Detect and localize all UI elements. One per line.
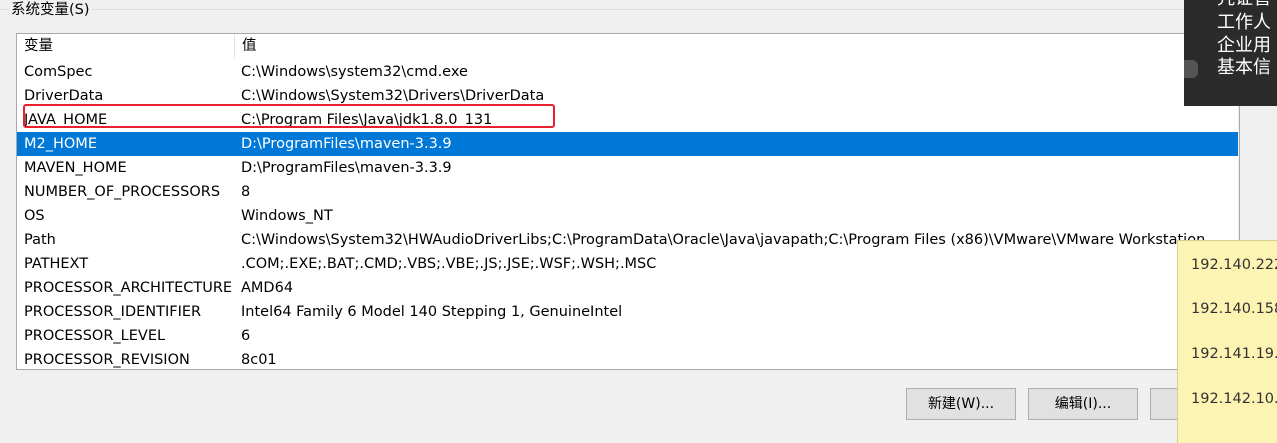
new-variable-button[interactable]: 新建(W)...	[906, 388, 1016, 420]
variable-row-processor-identifier[interactable]: PROCESSOR_IDENTIFIER Intel64 Family 6 Mod…	[17, 300, 1238, 324]
variable-row-processor-revision[interactable]: PROCESSOR_REVISION 8c01	[17, 348, 1238, 369]
variable-row-java-home[interactable]: JAVA_HOME C:\Program Files\Java\jdk1.8.0_…	[17, 108, 1238, 132]
ip-suggestion-item[interactable]: 192.140.158.	[1191, 301, 1277, 317]
variable-row-m2-home[interactable]: M2_HOME D:\ProgramFiles\maven-3.3.9	[17, 132, 1238, 156]
list-header: 变量 值	[17, 34, 1239, 58]
variable-value: D:\ProgramFiles\maven-3.3.9	[241, 136, 452, 152]
variable-row-maven-home[interactable]: MAVEN_HOME D:\ProgramFiles\maven-3.3.9	[17, 156, 1238, 180]
variable-value: 8	[241, 184, 251, 200]
variable-name: PROCESSOR_LEVEL	[24, 328, 166, 344]
variable-name: MAVEN_HOME	[24, 160, 127, 176]
variable-row-processor-architecture[interactable]: PROCESSOR_ARCHITECTURE AMD64	[17, 276, 1238, 300]
variable-row-number-of-processors[interactable]: NUMBER_OF_PROCESSORS 8	[17, 180, 1238, 204]
overlay-menu-panel: 凭证管 工作人 企业用 基本信	[1184, 0, 1277, 106]
list-rows: ComSpec C:\Windows\system32\cmd.exe Driver…	[17, 60, 1238, 369]
overlay-menu-item[interactable]: 工作人	[1217, 12, 1271, 34]
variable-name: OS	[24, 208, 45, 224]
variable-name: PROCESSOR_IDENTIFIER	[24, 304, 202, 320]
variable-row-os[interactable]: OS Windows_NT	[17, 204, 1238, 228]
variable-row-pathext[interactable]: PATHEXT .COM;.EXE;.BAT;.CMD;.VBS;.VBE;.JS…	[17, 252, 1238, 276]
variable-name: JAVA_HOME	[24, 112, 108, 128]
variable-row-processor-level[interactable]: PROCESSOR_LEVEL 6	[17, 324, 1238, 348]
variable-name: M2_HOME	[24, 136, 97, 152]
variable-value: Windows_NT	[241, 208, 333, 224]
variable-row-comspec[interactable]: ComSpec C:\Windows\system32\cmd.exe	[17, 60, 1238, 84]
variable-value: AMD64	[241, 280, 294, 296]
variable-value: C:\Program Files\Java\jdk1.8.0_131	[241, 112, 493, 128]
system-variables-list[interactable]: 变量 值 ComSpec C:\Windows\system32\cmd.exe D…	[16, 33, 1240, 370]
variable-value: Intel64 Family 6 Model 140 Stepping 1, G…	[241, 304, 623, 320]
variable-value: 8c01	[241, 352, 277, 368]
variable-value: .COM;.EXE;.BAT;.CMD;.VBS;.VBE;.JS;.JSE;.…	[241, 256, 657, 272]
ip-suggestion-item[interactable]: 192.142.10.1	[1191, 391, 1277, 407]
column-header-variable[interactable]: 变量	[17, 34, 235, 58]
variable-name: NUMBER_OF_PROCESSORS	[24, 184, 221, 200]
variable-value: C:\Windows\System32\Drivers\DriverData	[241, 88, 545, 104]
edit-variable-button[interactable]: 编辑(I)...	[1028, 388, 1138, 420]
variable-name: Path	[24, 232, 56, 248]
group-box-border	[0, 9, 1185, 10]
variable-row-driverdata[interactable]: DriverData C:\Windows\System32\Drivers\Dr…	[17, 84, 1238, 108]
variable-name: PATHEXT	[24, 256, 89, 272]
ip-suggestion-popup: 192.140.222. 192.140.158. 192.141.19.1 1…	[1177, 240, 1277, 443]
variable-name: DriverData	[24, 88, 104, 104]
variable-value: C:\Windows\System32\HWAudioDriverLibs;C:…	[241, 232, 1206, 248]
overlay-menu-item[interactable]: 企业用	[1217, 35, 1271, 57]
overlay-menu-item[interactable]: 凭证管	[1217, 0, 1271, 10]
variable-name: PROCESSOR_ARCHITECTURE	[24, 280, 233, 296]
variable-value: C:\Windows\system32\cmd.exe	[241, 64, 468, 80]
ip-suggestion-item[interactable]: 192.140.222.	[1191, 257, 1277, 273]
menu-item-indicator	[1184, 60, 1198, 78]
variable-name: ComSpec	[24, 64, 93, 80]
variable-row-path[interactable]: Path C:\Windows\System32\HWAudioDriverLib…	[17, 228, 1238, 252]
column-header-value[interactable]: 值	[235, 34, 1239, 58]
system-variables-group-label: 系统变量(S)	[9, 1, 92, 19]
variable-value: D:\ProgramFiles\maven-3.3.9	[241, 160, 452, 176]
overlay-menu-item[interactable]: 基本信	[1217, 57, 1271, 79]
ip-suggestion-item[interactable]: 192.141.19.1	[1191, 346, 1277, 362]
variable-value: 6	[241, 328, 251, 344]
variable-name: PROCESSOR_REVISION	[24, 352, 190, 368]
